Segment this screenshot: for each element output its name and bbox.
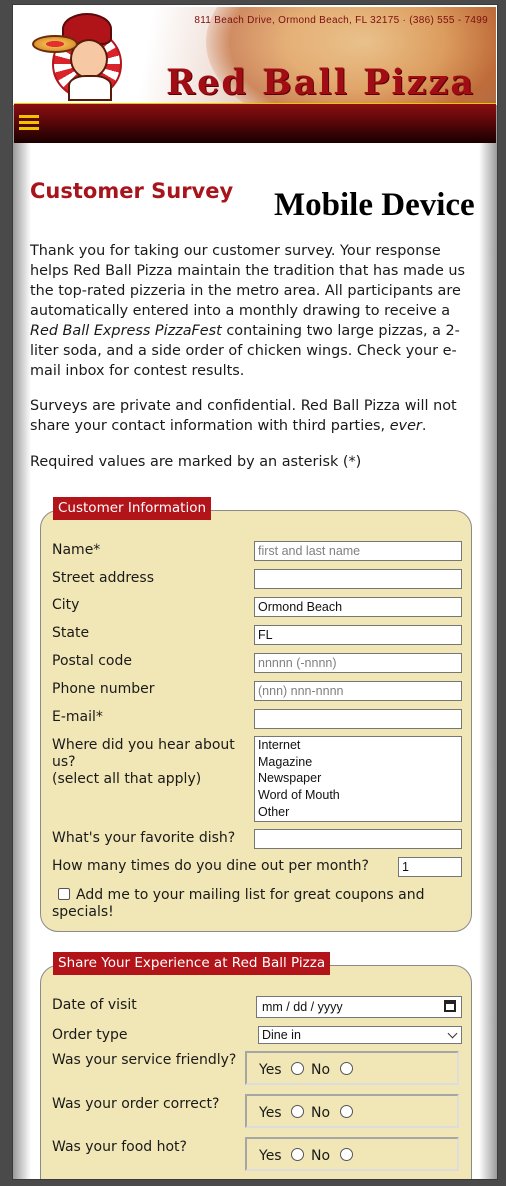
order-correct-radio-group: Yes No (245, 1094, 459, 1128)
privacy-paragraph: Surveys are private and confidential. Re… (30, 398, 457, 434)
email-input[interactable] (254, 709, 462, 729)
header-banner: 811 Beach Drive, Ormond Beach, FL 32175 … (14, 7, 496, 103)
intro-paragraph: Thank you for taking our customer survey… (30, 243, 465, 379)
phone-label: Phone number (52, 681, 155, 697)
city-label: City (52, 597, 80, 613)
favorite-dish-label: What's your favorite dish? (52, 830, 236, 846)
service-friendly-radio-group: Yes No (245, 1051, 459, 1085)
radio-no-label: No (311, 1148, 331, 1164)
phone-input[interactable]: (nnn) nnn-nnnn (254, 681, 462, 701)
page-title: Customer Survey (30, 179, 234, 203)
brand-logo-text: Red Ball Pizza (166, 62, 476, 103)
radio-yes-label: Yes (259, 1148, 282, 1164)
device-label: Mobile Device (274, 187, 475, 223)
food-hot-label: Was your food hot? (52, 1139, 187, 1155)
name-label: Name* (52, 542, 101, 558)
customer-information-legend: Customer Information (53, 497, 212, 520)
list-option[interactable]: Word of Mouth (258, 787, 458, 804)
order-type-select[interactable]: Dine in (258, 1026, 462, 1044)
experience-fieldset: Share Your Experience at Red Ball Pizza … (40, 952, 472, 1179)
customer-information-fieldset: Customer Information Name* first and las… (40, 497, 472, 932)
service-friendly-label: Was your service friendly? (52, 1052, 237, 1068)
state-input[interactable]: FL (254, 625, 462, 645)
calendar-icon[interactable] (444, 1000, 456, 1012)
store-address: 811 Beach Drive, Ormond Beach, FL 32175 … (194, 15, 488, 26)
service-yes-radio[interactable] (291, 1062, 304, 1075)
service-no-radio[interactable] (340, 1062, 353, 1075)
order-correct-label: Was your order correct? (52, 1096, 220, 1112)
list-option[interactable]: Magazine (258, 754, 458, 771)
chef-logo-icon (32, 11, 122, 101)
hear-about-listbox[interactable]: Internet Magazine Newspaper Word of Mout… (254, 736, 462, 822)
nav-bar (14, 103, 496, 143)
required-note: Required values are marked by an asteris… (30, 454, 362, 470)
street-input[interactable] (254, 569, 462, 589)
street-label: Street address (52, 570, 154, 586)
order-correct-yes-radio[interactable] (291, 1105, 304, 1118)
date-of-visit-input[interactable]: mm / dd / yyyy (256, 996, 462, 1018)
mailing-list-label: Add me to your mailing list for great co… (52, 887, 425, 920)
name-input[interactable]: first and last name (254, 541, 462, 561)
favorite-dish-input[interactable] (254, 829, 462, 849)
dine-out-number-input[interactable]: 1 (398, 857, 462, 877)
page-container: 811 Beach Drive, Ormond Beach, FL 32175 … (12, 4, 498, 1180)
radio-no-label: No (311, 1105, 331, 1121)
state-label: State (52, 625, 90, 641)
food-hot-radio-group: Yes No (245, 1137, 459, 1171)
hamburger-menu-icon[interactable] (19, 115, 39, 131)
email-label: E-mail* (52, 709, 103, 725)
list-option[interactable]: Newspaper (258, 770, 458, 787)
radio-no-label: No (311, 1062, 331, 1078)
list-option[interactable]: Internet (258, 737, 458, 754)
order-type-label: Order type (52, 1027, 128, 1043)
city-input[interactable]: Ormond Beach (254, 597, 462, 617)
radio-yes-label: Yes (259, 1105, 282, 1121)
food-hot-yes-radio[interactable] (291, 1148, 304, 1161)
postal-code-input[interactable]: nnnnn (-nnnn) (254, 653, 462, 673)
order-correct-no-radio[interactable] (340, 1105, 353, 1118)
chevron-down-icon (447, 1028, 458, 1039)
food-hot-no-radio[interactable] (340, 1148, 353, 1161)
dine-out-label: How many times do you dine out per month… (52, 858, 369, 874)
date-of-visit-label: Date of visit (52, 997, 137, 1013)
postal-code-label: Postal code (52, 653, 132, 669)
list-option[interactable]: Other (258, 804, 458, 821)
hear-about-label: Where did you hear about us? (select all… (52, 737, 235, 787)
experience-legend: Share Your Experience at Red Ball Pizza (53, 952, 331, 975)
radio-yes-label: Yes (259, 1062, 282, 1078)
